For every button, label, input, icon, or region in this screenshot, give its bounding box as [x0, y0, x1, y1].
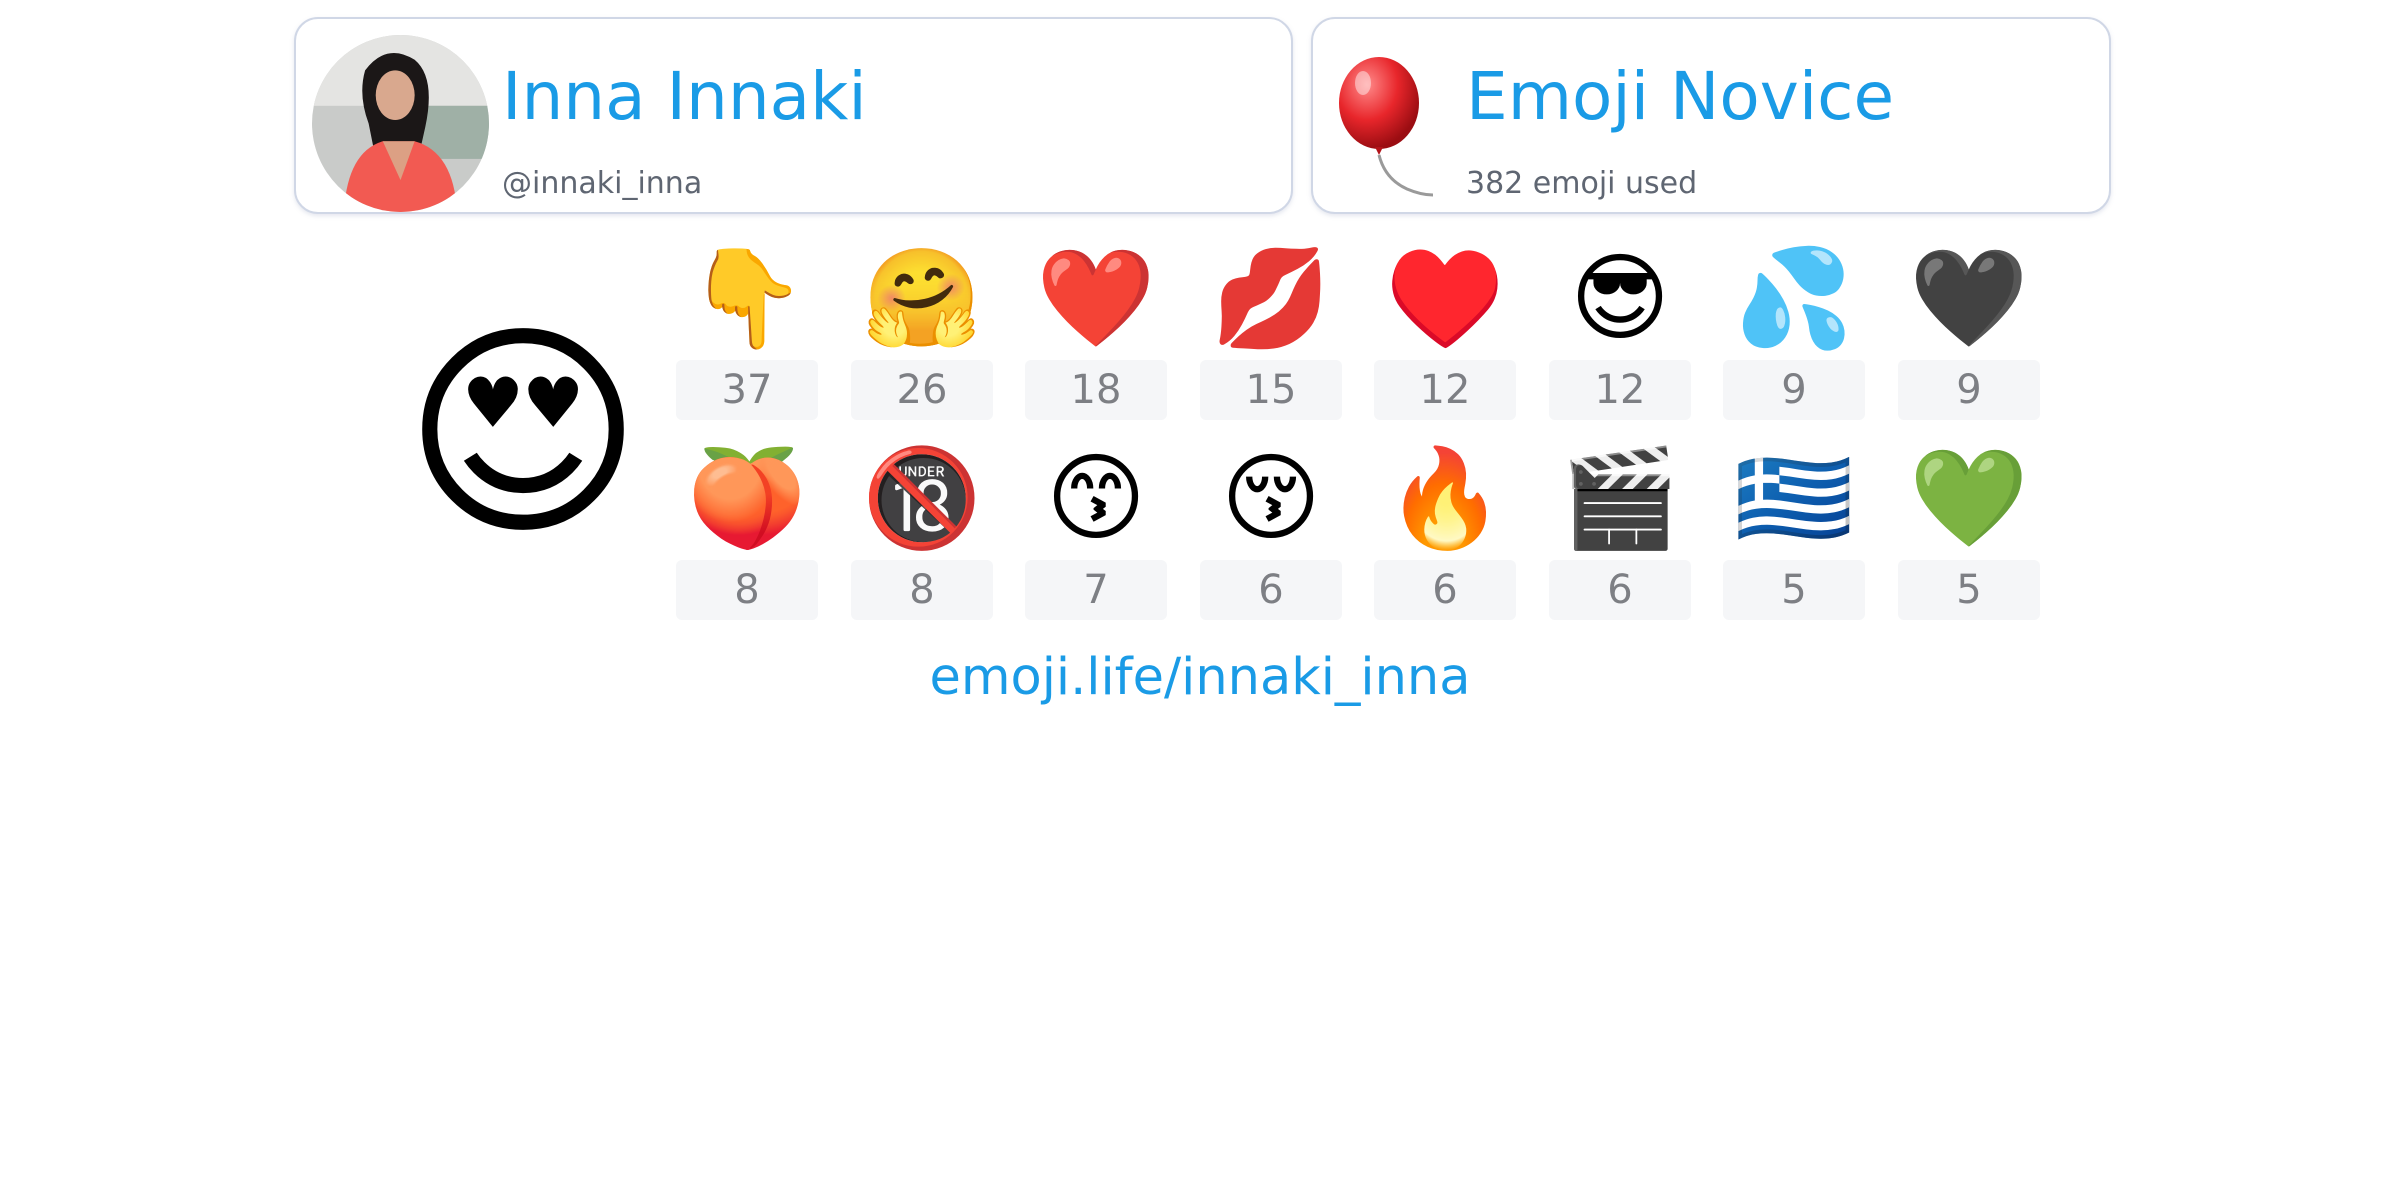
emoji-glyph: 💚	[1909, 442, 2029, 554]
profile-handle: @innaki_inna	[502, 166, 703, 201]
emoji-stat-item[interactable]: ♥️ 12	[1374, 230, 1516, 420]
emoji-glyph: 🔞	[862, 442, 982, 554]
profile-name: Inna Innaki	[502, 58, 867, 135]
emoji-glyph: 😙	[1045, 442, 1147, 554]
emoji-glyph: 🍑	[687, 442, 807, 554]
emoji-glyph: 🤗	[862, 242, 982, 354]
emoji-count: 9	[1723, 360, 1865, 420]
emoji-count: 9	[1898, 360, 2040, 420]
rank-title: Emoji Novice	[1466, 58, 1895, 135]
emoji-glyph: 🖤	[1909, 242, 2029, 354]
emoji-stat-item[interactable]: 🔞 8	[851, 430, 993, 620]
emoji-stat-item[interactable]: 💦 9	[1723, 230, 1865, 420]
avatar-photo	[312, 35, 489, 212]
emoji-glyph: ♥️	[1385, 242, 1505, 354]
emoji-count: 26	[851, 360, 993, 420]
rank-card[interactable]: Emoji Novice 382 emoji used	[1311, 17, 2111, 214]
emoji-count: 6	[1549, 560, 1691, 620]
emoji-stat-item[interactable]: 💋 15	[1200, 230, 1342, 420]
emoji-stat-item[interactable]: 🖤 9	[1898, 230, 2040, 420]
emoji-glyph: 👇	[687, 242, 807, 354]
emoji-row-1: 👇 37 🤗 26 ❤️ 18 💋 15 ♥️ 12 😎 12 💦 9 🖤 9	[676, 230, 2041, 430]
emoji-stat-item[interactable]: 🎬 6	[1549, 430, 1691, 620]
emoji-stat-item[interactable]: 🍑 8	[676, 430, 818, 620]
emoji-count: 5	[1723, 560, 1865, 620]
emoji-stat-item[interactable]: 😚 6	[1200, 430, 1342, 620]
emoji-glyph: 💋	[1211, 242, 1331, 354]
page: Inna Innaki @innaki_inna Emoji Novice 38…	[0, 0, 2400, 1200]
emoji-glyph: 😎	[1569, 242, 1671, 354]
emoji-count: 15	[1200, 360, 1342, 420]
emoji-count: 12	[1374, 360, 1516, 420]
emoji-glyph: 😚	[1220, 442, 1322, 554]
emoji-stat-item[interactable]: 😎 12	[1549, 230, 1691, 420]
emoji-stat-item[interactable]: 👇 37	[676, 230, 818, 420]
emoji-row-2: 🍑 8 🔞 8 😙 7 😚 6 🔥 6 🎬 6 🇬🇷 5 💚 5	[676, 430, 2041, 630]
emoji-stat-item[interactable]: 😙 7	[1025, 430, 1167, 620]
profile-link[interactable]: emoji.life/innaki_inna	[0, 645, 2400, 711]
emoji-count: 18	[1025, 360, 1167, 420]
emoji-glyph: 💦	[1734, 242, 1854, 354]
emoji-count: 6	[1200, 560, 1342, 620]
emoji-glyph: 🎬	[1560, 442, 1680, 554]
emoji-stat-item[interactable]: 🔥 6	[1374, 430, 1516, 620]
emoji-used-count: 382 emoji used	[1466, 166, 1698, 201]
balloon-icon	[1333, 55, 1445, 201]
emoji-count: 5	[1898, 560, 2040, 620]
emoji-count: 7	[1025, 560, 1167, 620]
emoji-count: 12	[1549, 360, 1691, 420]
emoji-glyph: ❤️	[1036, 242, 1156, 354]
emoji-stat-item[interactable]: 🤗 26	[851, 230, 993, 420]
emoji-count: 8	[851, 560, 993, 620]
emoji-count: 37	[676, 360, 818, 420]
emoji-stat-item[interactable]: ❤️ 18	[1025, 230, 1167, 420]
emoji-glyph: 🔥	[1385, 442, 1505, 554]
emoji-glyph: 🇬🇷	[1734, 442, 1854, 554]
emoji-stat-item[interactable]: 💚 5	[1898, 430, 2040, 620]
avatar[interactable]	[312, 35, 489, 212]
emoji-stat-item[interactable]: 🇬🇷 5	[1723, 430, 1865, 620]
emoji-count: 6	[1374, 560, 1516, 620]
profile-card[interactable]: Inna Innaki @innaki_inna	[294, 17, 1293, 214]
top-emoji: 😍	[403, 301, 643, 568]
emoji-count: 8	[676, 560, 818, 620]
